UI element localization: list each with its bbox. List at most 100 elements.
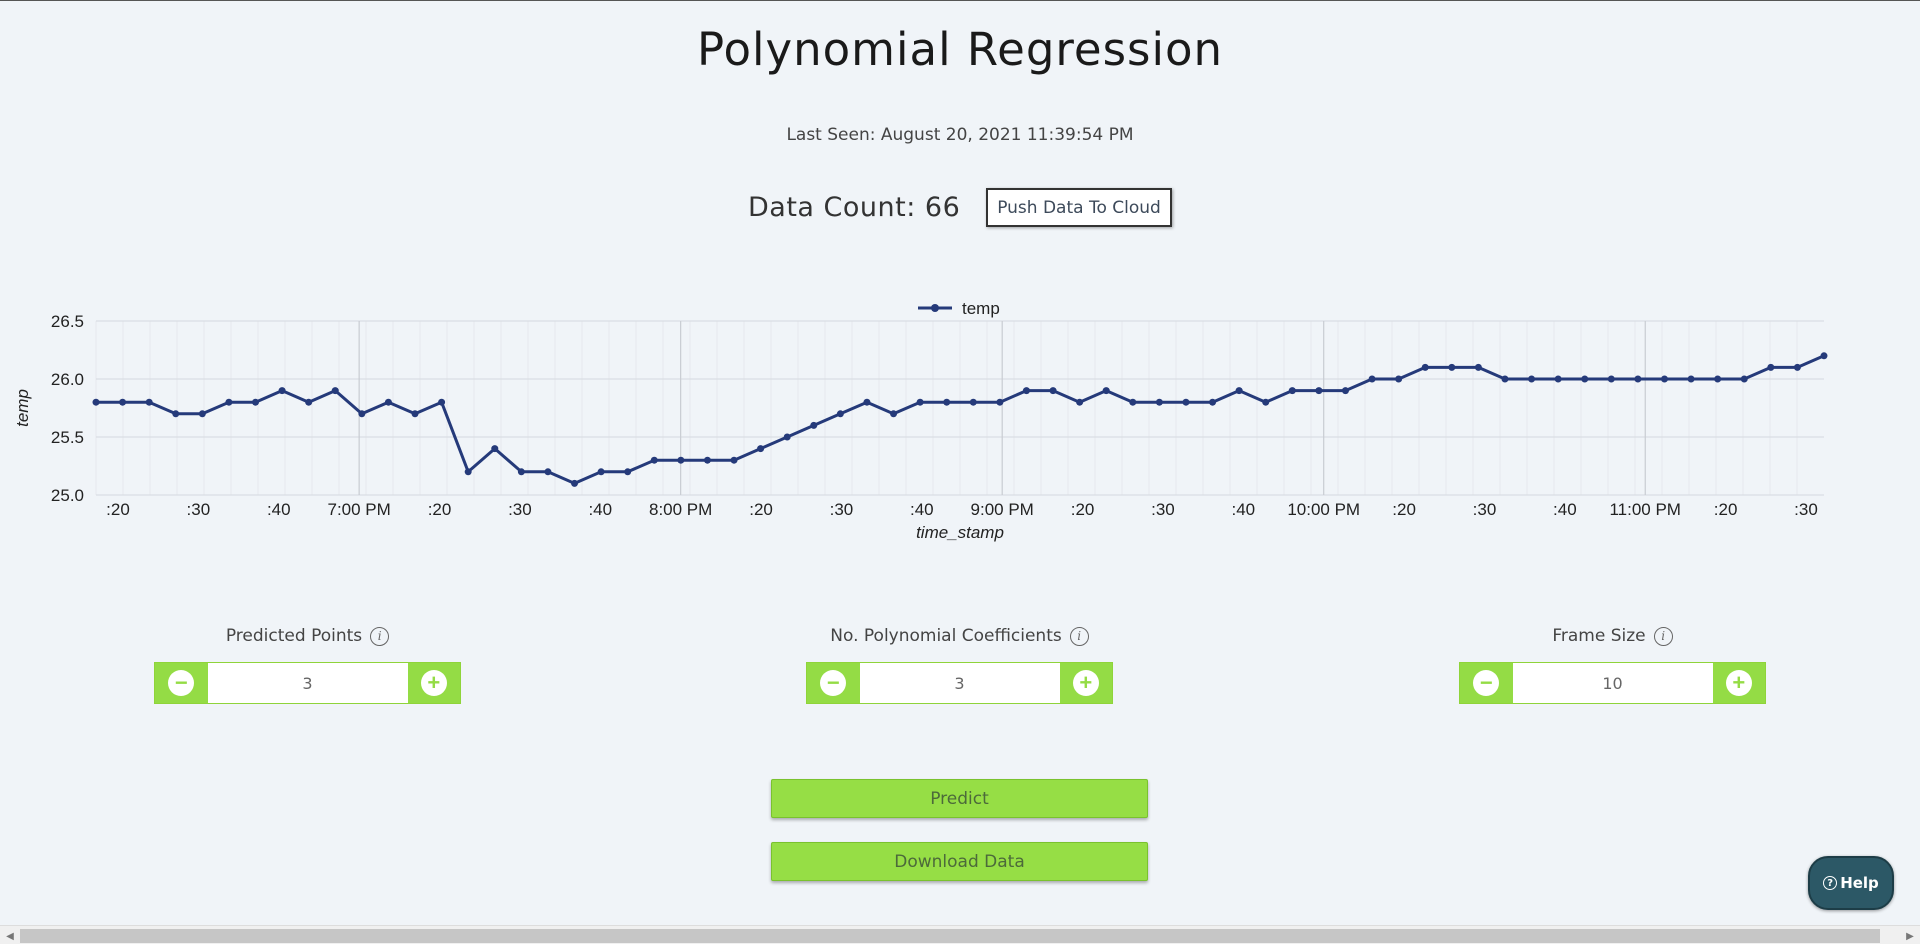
download-data-button[interactable]: Download Data — [771, 842, 1148, 881]
data-point — [1421, 363, 1429, 371]
data-point — [358, 410, 366, 418]
data-point — [464, 468, 472, 476]
data-point — [544, 468, 552, 476]
data-point — [1288, 387, 1296, 395]
info-icon[interactable]: i — [1069, 626, 1089, 646]
data-point — [757, 445, 765, 453]
horizontal-scrollbar[interactable]: ◀ ▶ — [0, 925, 1920, 944]
coefficients-control: No. Polynomial Coefficients i − + — [806, 621, 1113, 705]
data-point — [597, 468, 605, 476]
decrement-button[interactable]: − — [155, 663, 208, 703]
data-point — [1155, 398, 1163, 406]
last-seen-text: Last Seen: August 20, 2021 11:39:54 PM — [786, 125, 1134, 145]
data-point — [1209, 398, 1217, 406]
data-point — [1767, 363, 1775, 371]
increment-button[interactable]: + — [1712, 663, 1765, 703]
decrement-button[interactable]: − — [807, 663, 860, 703]
data-point — [1448, 363, 1456, 371]
decrement-button[interactable]: − — [1460, 663, 1513, 703]
x-tick-label: :30 — [1794, 500, 1818, 519]
data-point — [1102, 387, 1110, 395]
data-point — [1022, 387, 1030, 395]
minus-icon: − — [168, 670, 195, 696]
legend-label: temp — [962, 299, 1000, 318]
data-point — [411, 410, 419, 418]
y-tick-label: 25.0 — [51, 486, 84, 505]
x-tick-label: :30 — [187, 500, 211, 519]
info-icon[interactable]: i — [1653, 626, 1673, 646]
x-tick-label: :40 — [1232, 500, 1256, 519]
coefficients-input[interactable] — [859, 663, 1060, 703]
x-tick-label: :30 — [1151, 500, 1175, 519]
predict-button[interactable]: Predict — [771, 779, 1148, 818]
x-tick-label: :20 — [1071, 500, 1095, 519]
predicted-points-stepper: − + — [154, 662, 461, 704]
data-point — [1474, 363, 1482, 371]
data-point — [890, 410, 898, 418]
data-point — [703, 456, 711, 464]
data-count-row: Data Count: 66 — [748, 187, 960, 227]
data-point — [1501, 375, 1509, 383]
data-point — [1660, 375, 1668, 383]
data-point — [172, 410, 180, 418]
data-point — [943, 398, 951, 406]
data-point — [624, 468, 632, 476]
data-point — [571, 479, 579, 487]
data-point — [92, 398, 100, 406]
increment-button[interactable]: + — [407, 663, 460, 703]
data-point — [331, 387, 339, 395]
help-button[interactable]: ? Help — [1808, 856, 1894, 910]
x-axis-label: time_stamp — [916, 523, 1004, 542]
data-point — [836, 410, 844, 418]
data-point — [384, 398, 392, 406]
info-icon[interactable]: i — [370, 626, 390, 646]
data-point — [810, 421, 818, 429]
increment-button[interactable]: + — [1059, 663, 1112, 703]
coefficients-stepper: − + — [806, 662, 1113, 704]
data-point — [916, 398, 924, 406]
data-point — [225, 398, 233, 406]
help-label: Help — [1840, 874, 1879, 892]
data-point — [491, 445, 499, 453]
x-tick-label: :20 — [428, 500, 452, 519]
y-tick-label: 26.5 — [51, 312, 84, 331]
data-point — [1634, 375, 1642, 383]
frame-size-control: Frame Size i − + — [1459, 621, 1766, 705]
push-data-button[interactable]: Push Data To Cloud — [986, 188, 1172, 227]
x-tick-label: :20 — [106, 500, 130, 519]
data-point — [677, 456, 685, 464]
x-tick-label: :20 — [1392, 500, 1416, 519]
data-point — [517, 468, 525, 476]
scroll-left-icon[interactable]: ◀ — [0, 926, 20, 944]
x-tick-label: :40 — [1553, 500, 1577, 519]
predicted-points-input[interactable] — [207, 663, 408, 703]
data-point — [1368, 375, 1376, 383]
data-point — [252, 398, 260, 406]
y-tick-label: 25.5 — [51, 428, 84, 447]
scroll-right-icon[interactable]: ▶ — [1900, 926, 1920, 944]
scroll-thumb[interactable] — [20, 929, 1880, 943]
x-tick-label: :40 — [588, 500, 612, 519]
data-point — [1820, 352, 1828, 360]
question-icon: ? — [1823, 876, 1838, 890]
data-point — [1341, 387, 1349, 395]
plus-icon: + — [1725, 670, 1752, 696]
minus-icon: − — [820, 670, 847, 696]
x-tick-label: 9:00 PM — [971, 500, 1034, 519]
plus-icon: + — [420, 670, 447, 696]
data-point — [1076, 398, 1084, 406]
temp-chart: 25.0 25.5 26.0 26.5:20:30:40 7:00 PM:20:30:4… — [0, 291, 1920, 551]
legend-marker — [931, 304, 939, 312]
data-point — [1687, 375, 1695, 383]
data-point — [996, 398, 1004, 406]
x-tick-label: 7:00 PM — [327, 500, 390, 519]
data-point — [1315, 387, 1323, 395]
data-point — [438, 398, 446, 406]
x-tick-label: :20 — [1714, 500, 1738, 519]
predicted-points-control: Predicted Points i − + — [154, 621, 461, 705]
plus-icon: + — [1072, 670, 1099, 696]
frame-size-stepper: − + — [1459, 662, 1766, 704]
frame-size-input[interactable] — [1512, 663, 1713, 703]
data-point — [305, 398, 313, 406]
x-tick-label: :40 — [910, 500, 934, 519]
